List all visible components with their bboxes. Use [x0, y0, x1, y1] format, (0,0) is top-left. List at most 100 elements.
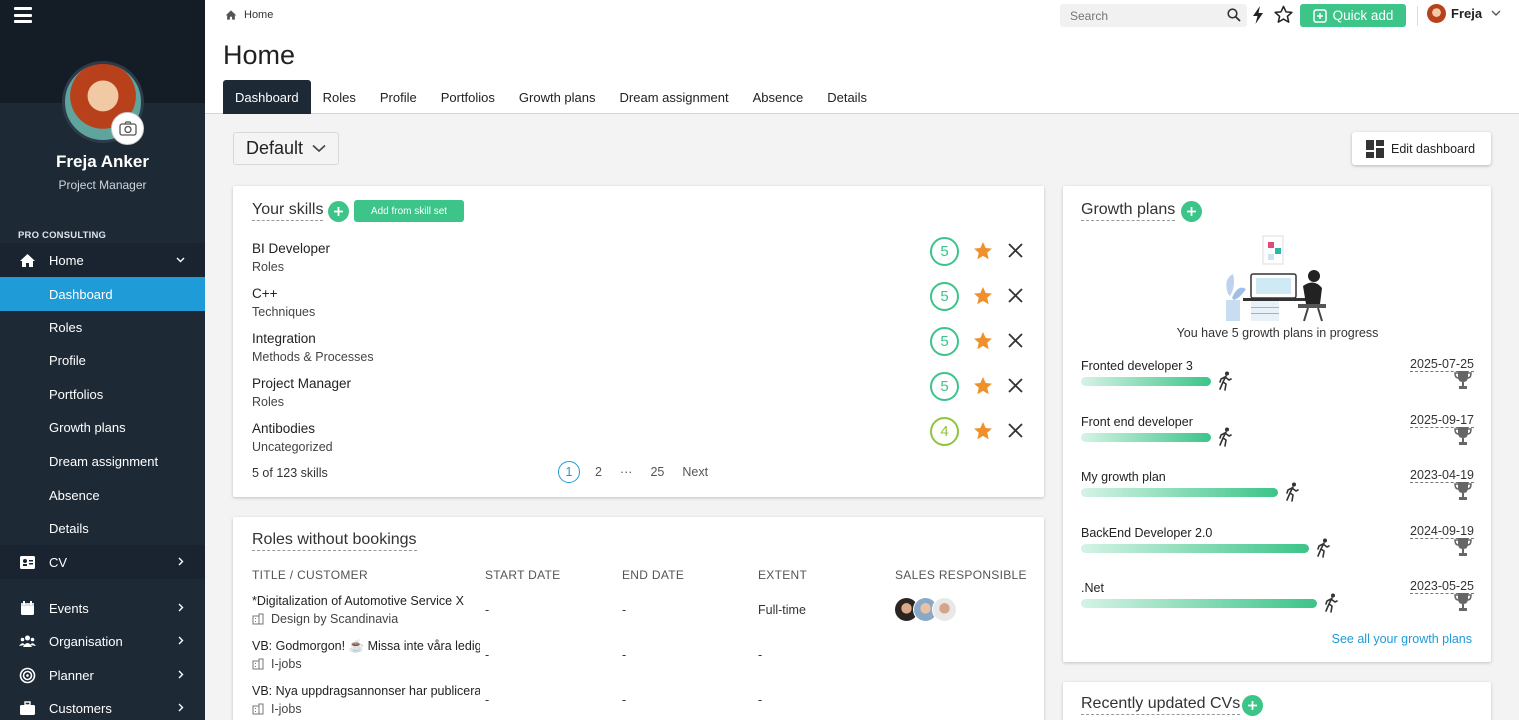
- growth-plan-name[interactable]: Fronted developer 3: [1081, 359, 1193, 373]
- growth-plan-row[interactable]: My growth plan 2023-04-19: [1081, 468, 1474, 520]
- skill-level-badge[interactable]: 5: [930, 372, 959, 401]
- add-cv-button[interactable]: [1242, 695, 1263, 716]
- page-ellipsis[interactable]: ···: [620, 465, 633, 479]
- skill-name[interactable]: Integration: [252, 331, 316, 346]
- profile-name: Freja Anker: [56, 152, 149, 171]
- page-last[interactable]: 25: [650, 465, 664, 479]
- tab-details[interactable]: Details: [815, 80, 879, 114]
- breadcrumb[interactable]: Home: [225, 9, 273, 21]
- user-menu[interactable]: Freja: [1427, 4, 1501, 23]
- menu-icon[interactable]: [14, 7, 32, 23]
- page-2[interactable]: 2: [595, 465, 602, 479]
- table-row[interactable]: VB: Nya uppdragsannonser har publicerats…: [233, 684, 1043, 720]
- see-all-growth-plans-link[interactable]: See all your growth plans: [1332, 632, 1472, 646]
- tab-absence[interactable]: Absence: [741, 80, 816, 114]
- search-icon[interactable]: [1227, 8, 1241, 22]
- star-icon[interactable]: [973, 286, 993, 306]
- table-row[interactable]: *Digitalization of Automotive Service X D…: [233, 594, 1043, 639]
- skill-name[interactable]: Project Manager: [252, 376, 351, 391]
- sidebar-item-dream-assignment[interactable]: Dream assignment: [0, 444, 205, 478]
- tab-dream-assignment[interactable]: Dream assignment: [608, 80, 741, 114]
- sidebar-item-dashboard[interactable]: Dashboard: [0, 277, 205, 311]
- recent-cvs-card: Recently updated CVs: [1063, 682, 1491, 720]
- sidebar-item-customers[interactable]: Customers: [0, 691, 205, 720]
- growth-plans-title[interactable]: Growth plans: [1081, 201, 1176, 221]
- growth-plans-card: Growth plans You have 5 growth plans in …: [1063, 186, 1491, 662]
- star-icon[interactable]: [973, 331, 993, 351]
- skill-name[interactable]: Antibodies: [252, 421, 315, 436]
- tab-dashboard[interactable]: Dashboard: [223, 80, 311, 114]
- sidebar-item-portfolios[interactable]: Portfolios: [0, 377, 205, 411]
- sidebar-item-absence[interactable]: Absence: [0, 478, 205, 512]
- skill-name[interactable]: BI Developer: [252, 241, 330, 256]
- role-title[interactable]: *Digitalization of Automotive Service X: [252, 594, 480, 608]
- close-icon[interactable]: [1007, 242, 1024, 259]
- edit-dashboard-button[interactable]: Edit dashboard: [1352, 132, 1491, 165]
- lightning-icon[interactable]: [1252, 6, 1264, 24]
- search-box[interactable]: [1060, 4, 1247, 27]
- skill-level-badge[interactable]: 4: [930, 417, 959, 446]
- sidebar-item-events[interactable]: Events: [0, 591, 205, 625]
- tab-portfolios[interactable]: Portfolios: [429, 80, 507, 114]
- search-input[interactable]: [1070, 8, 1210, 23]
- dashboard-select[interactable]: Default: [233, 132, 339, 165]
- quick-add-button[interactable]: Quick add: [1300, 4, 1406, 27]
- sidebar-item-details[interactable]: Details: [0, 511, 205, 545]
- tab-profile[interactable]: Profile: [368, 80, 429, 114]
- star-icon[interactable]: [973, 376, 993, 396]
- skills-title[interactable]: Your skills: [252, 201, 324, 221]
- close-icon[interactable]: [1007, 332, 1024, 349]
- growth-plan-row[interactable]: .Net 2023-05-25: [1081, 579, 1474, 631]
- add-growth-plan-button[interactable]: [1181, 201, 1202, 222]
- skill-level-badge[interactable]: 5: [930, 327, 959, 356]
- page-1[interactable]: 1: [558, 461, 580, 483]
- sidebar-item-cv[interactable]: CV: [0, 545, 205, 579]
- role-title[interactable]: VB: Godmorgon! ☕ Missa inte våra lediga: [252, 639, 480, 654]
- role-end-date: -: [622, 693, 627, 707]
- add-from-skill-set-button[interactable]: Add from skill set: [354, 200, 464, 222]
- close-icon[interactable]: [1007, 287, 1024, 304]
- growth-plan-name[interactable]: BackEnd Developer 2.0: [1081, 526, 1212, 540]
- tab-roles[interactable]: Roles: [311, 80, 368, 114]
- breadcrumb-home[interactable]: Home: [244, 9, 273, 21]
- growth-plan-name[interactable]: My growth plan: [1081, 470, 1166, 484]
- sidebar-item-roles[interactable]: Roles: [0, 310, 205, 344]
- add-skill-button[interactable]: [328, 201, 349, 222]
- close-icon[interactable]: [1007, 422, 1024, 439]
- plus-icon: [1187, 207, 1196, 216]
- growth-plan-name[interactable]: .Net: [1081, 581, 1104, 595]
- recent-cvs-title[interactable]: Recently updated CVs: [1081, 695, 1241, 715]
- building-icon: [252, 613, 264, 625]
- skill-row: Integration Methods & Processes 5: [233, 327, 1043, 376]
- sidebar-item-planner[interactable]: Planner: [0, 658, 205, 692]
- dashboard-icon: [1366, 139, 1384, 158]
- runner-icon: [1219, 371, 1232, 391]
- skills-card: Your skills Add from skill set BI Develo…: [233, 186, 1044, 497]
- sidebar-item-home[interactable]: Home: [0, 243, 205, 277]
- tab-growth-plans[interactable]: Growth plans: [507, 80, 608, 114]
- growth-plan-name[interactable]: Front end developer: [1081, 415, 1193, 429]
- sidebar-item-profile[interactable]: Profile: [0, 343, 205, 377]
- skill-level-badge[interactable]: 5: [930, 237, 959, 266]
- close-icon[interactable]: [1007, 377, 1024, 394]
- skill-level-badge[interactable]: 5: [930, 282, 959, 311]
- column-header-extent: EXTENT: [758, 568, 808, 582]
- growth-plan-row[interactable]: Front end developer 2025-09-17: [1081, 413, 1474, 465]
- cv-icon: [20, 556, 35, 569]
- avatar[interactable]: [932, 597, 957, 622]
- growth-plan-row[interactable]: BackEnd Developer 2.0 2024-09-19: [1081, 524, 1474, 576]
- table-row[interactable]: VB: Godmorgon! ☕ Missa inte våra lediga I…: [233, 639, 1043, 684]
- sidebar-item-organisation[interactable]: Organisation: [0, 624, 205, 658]
- role-title[interactable]: VB: Nya uppdragsannonser har publicerats: [252, 684, 480, 698]
- roles-title[interactable]: Roles without bookings: [252, 531, 417, 551]
- trophy-icon: [1454, 482, 1472, 500]
- sidebar-item-growth-plans[interactable]: Growth plans: [0, 410, 205, 444]
- star-outline-icon[interactable]: [1274, 5, 1293, 24]
- camera-icon[interactable]: [111, 112, 144, 145]
- star-icon[interactable]: [973, 421, 993, 441]
- chevron-right-icon: [178, 670, 184, 679]
- skill-name[interactable]: C++: [252, 286, 278, 301]
- growth-plan-row[interactable]: Fronted developer 3 2025-07-25: [1081, 357, 1474, 409]
- star-icon[interactable]: [973, 241, 993, 261]
- next-page-button[interactable]: Next: [682, 465, 708, 479]
